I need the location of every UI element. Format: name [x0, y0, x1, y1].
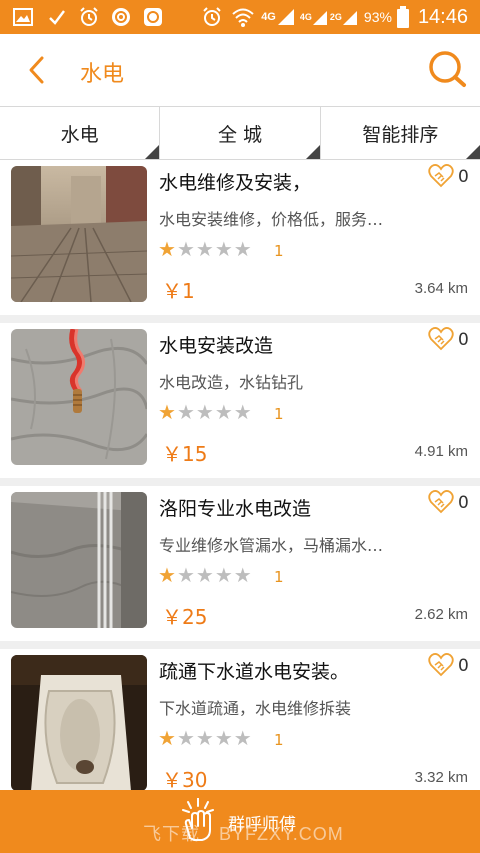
battery-icon [396, 6, 409, 28]
rating-count: 1 [274, 242, 284, 260]
list-item[interactable]: 水电安装改造 水电改造，水钻钻孔 ★ ★ ★ ★ ★ 1 ￥15 4.91 km… [0, 323, 480, 478]
favorite-count: 0 [458, 656, 469, 676]
item-title: 疏通下水道水电安装。 [159, 661, 350, 683]
item-description: 专业维修水管漏水，马桶漏水… [159, 536, 384, 555]
check-icon [49, 10, 65, 25]
item-description: 水电安装维修，价格低，服务… [159, 210, 384, 229]
filter-area[interactable]: 全 城 [160, 107, 321, 159]
wire-on-wall-thumbnail [11, 329, 147, 465]
star-icon: ★ [195, 237, 214, 261]
rating-stars: ★ ★ ★ ★ ★ [158, 564, 253, 586]
star-icon: ★ [214, 563, 233, 587]
item-price: ￥25 [162, 605, 208, 629]
item-title: 水电维修及安装， [159, 172, 312, 194]
item-distance: 2.62 km [414, 606, 468, 623]
star-icon: ★ [214, 726, 233, 750]
rating-stars: ★ ★ ★ ★ ★ [158, 238, 253, 260]
app-notification-icon [144, 8, 162, 26]
star-icon: ★ [214, 237, 233, 261]
filter-sort[interactable]: 智能排序 [321, 107, 480, 159]
star-icon: ★ [233, 400, 252, 424]
wall-pipes-thumbnail [11, 492, 147, 628]
star-icon: ★ [214, 400, 233, 424]
search-icon[interactable] [426, 48, 468, 90]
gallery-icon [13, 8, 33, 26]
page-title: 水电 [80, 62, 125, 87]
clock-time: 14:46 [417, 5, 468, 28]
watermark-text: 飞下载 · BYFZXY.COM [143, 824, 344, 844]
alarm-icon [80, 7, 98, 26]
item-description: 下水道疏通，水电维修拆装 [159, 699, 352, 718]
filter-area-label: 全 城 [217, 123, 263, 146]
rating-stars: ★ ★ ★ ★ ★ [158, 727, 253, 749]
star-icon: ★ [233, 726, 252, 750]
network-type-label-2: 4G [299, 12, 312, 22]
star-icon: ★ [158, 726, 176, 750]
item-distance: 3.32 km [414, 769, 468, 786]
dropdown-corner-icon [305, 145, 320, 159]
star-icon: ★ [233, 237, 252, 261]
star-icon: ★ [195, 400, 214, 424]
list-item[interactable]: 疏通下水道水电安装。 下水道疏通，水电维修拆装 ★ ★ ★ ★ ★ 1 ￥30 … [0, 649, 480, 804]
item-description: 水电改造，水钻钻孔 [159, 373, 304, 392]
dropdown-corner-icon [145, 145, 160, 159]
status-right: 4G 4G 2G 93% 14:46 [201, 0, 480, 34]
star-icon: ★ [176, 726, 195, 750]
weibo-icon [112, 8, 130, 26]
star-icon: ★ [195, 726, 214, 750]
filter-sort-label: 智能排序 [362, 123, 439, 146]
star-icon: ★ [176, 400, 195, 424]
rating-count: 1 [274, 731, 284, 749]
handshake-heart-icon[interactable] [428, 326, 454, 352]
item-title: 洛阳专业水电改造 [159, 498, 312, 520]
handshake-heart-icon[interactable] [428, 163, 454, 189]
rating-count: 1 [274, 568, 284, 586]
rating-stars: ★ ★ ★ ★ ★ [158, 401, 253, 423]
status-bar: 4G 4G 2G 93% 14:46 [0, 0, 480, 34]
alarm-clock-icon [203, 7, 221, 26]
dropdown-corner-icon [465, 145, 480, 159]
filter-category[interactable]: 水电 [0, 107, 161, 159]
back-arrow-icon[interactable] [20, 52, 56, 88]
signal-icon-3 [342, 11, 357, 25]
favorite-count: 0 [458, 330, 469, 350]
app-header: 水电 [0, 34, 480, 107]
item-distance: 3.64 km [414, 280, 468, 297]
star-icon: ★ [233, 563, 252, 587]
item-price: ￥1 [162, 279, 195, 303]
favorite-count: 0 [458, 493, 469, 513]
favorite-count: 0 [458, 167, 469, 187]
star-icon: ★ [176, 237, 195, 261]
signal-icon-2 [312, 11, 327, 25]
battery-percent: 93% [363, 9, 392, 25]
item-price: ￥15 [162, 442, 208, 466]
star-icon: ★ [158, 563, 176, 587]
filter-category-label: 水电 [60, 123, 99, 146]
call-master-button[interactable]: 群呼师傅 飞下载 · BYFZXY.COM [0, 790, 480, 853]
handshake-heart-icon[interactable] [428, 652, 454, 678]
network-type-label-3: 2G [329, 12, 342, 22]
street-photo-thumbnail [11, 166, 147, 302]
star-icon: ★ [158, 237, 176, 261]
star-icon: ★ [195, 563, 214, 587]
star-icon: ★ [158, 400, 176, 424]
item-title: 水电安装改造 [159, 335, 274, 357]
list-item[interactable]: 水电维修及安装， 水电安装维修，价格低，服务… ★ ★ ★ ★ ★ 1 ￥1 3… [0, 160, 480, 315]
squat-toilet-thumbnail [11, 655, 147, 791]
signal-icon [277, 9, 294, 25]
handshake-heart-icon[interactable] [428, 489, 454, 515]
filter-bar: 水电 全 城 智能排序 [0, 107, 480, 160]
list-item[interactable]: 洛阳专业水电改造 专业维修水管漏水，马桶漏水… ★ ★ ★ ★ ★ 1 ￥25 … [0, 486, 480, 641]
star-icon: ★ [176, 563, 195, 587]
wifi-icon [232, 8, 254, 27]
network-type-label: 4G [261, 11, 276, 23]
rating-count: 1 [274, 405, 284, 423]
item-price: ￥30 [162, 768, 208, 792]
item-distance: 4.91 km [414, 443, 468, 460]
